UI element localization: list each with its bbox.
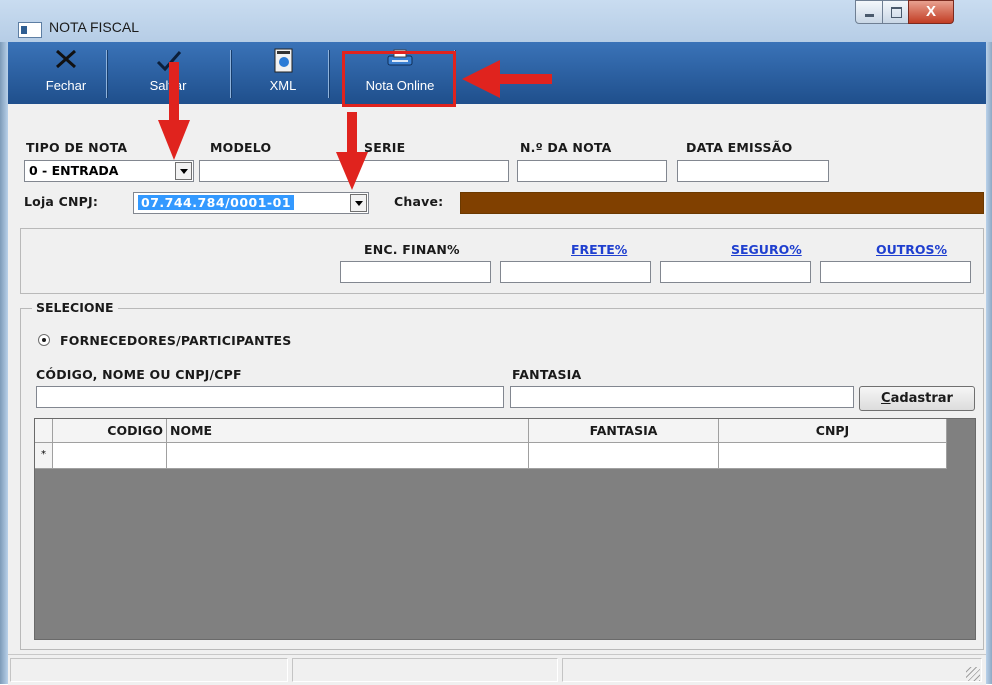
nota-fiscal-window: NOTA FISCAL X Fechar Salvar XML Nota Onl…: [0, 0, 992, 685]
close-button[interactable]: X: [908, 0, 954, 24]
loja-cnpj-label: Loja CNPJ:: [24, 194, 99, 209]
cadastrar-accel: C: [881, 391, 891, 406]
selecione-legend: SELECIONE: [32, 300, 118, 315]
window-border-right: [986, 0, 992, 684]
tipo-nota-combo[interactable]: 0 - ENTRADA: [24, 160, 194, 182]
grid-row-header-corner: [35, 419, 53, 443]
fornecedores-radio-label[interactable]: FORNECEDORES/PARTICIPANTES: [60, 333, 291, 348]
chave-label: Chave:: [394, 194, 444, 209]
toolbar-separator: [328, 50, 330, 98]
enc-finan-label: ENC. FINAN%: [364, 242, 460, 257]
grid-cell-fantasia[interactable]: [529, 443, 719, 469]
seguro-link[interactable]: SEGURO%: [731, 242, 802, 257]
grid-col-codigo[interactable]: CODIGO: [53, 419, 167, 443]
window-border-left: [0, 0, 8, 684]
arrow-left-icon: [462, 60, 552, 98]
app-icon: [18, 22, 42, 38]
grid-col-fantasia[interactable]: FANTASIA: [529, 419, 719, 443]
seguro-input[interactable]: [660, 261, 811, 283]
toolbar-separator: [106, 50, 108, 98]
arrow-down-icon: [158, 62, 190, 160]
status-panel: [562, 658, 982, 682]
loja-cnpj-combo[interactable]: 07.744.784/0001-01: [133, 192, 369, 214]
modelo-label: MODELO: [210, 140, 272, 155]
data-emissao-label: DATA EMISSÃO: [686, 140, 793, 155]
frete-input[interactable]: [500, 261, 651, 283]
new-row-marker: *: [35, 443, 53, 469]
arrow-down-icon: [336, 112, 368, 190]
codigo-label: CÓDIGO, NOME OU CNPJ/CPF: [36, 367, 242, 382]
resize-grip[interactable]: [966, 667, 980, 681]
dropdown-arrow-icon[interactable]: [350, 194, 367, 212]
codigo-search-input[interactable]: [36, 386, 504, 408]
outros-input[interactable]: [820, 261, 971, 283]
fechar-label: Fechar: [45, 78, 87, 93]
fechar-button[interactable]: Fechar: [38, 42, 94, 104]
tipo-nota-value: 0 - ENTRADA: [29, 163, 119, 178]
cadastrar-button[interactable]: Cadastrar: [859, 386, 975, 411]
grid-cell-codigo[interactable]: [53, 443, 167, 469]
outros-link[interactable]: OUTROS%: [876, 242, 947, 257]
toolbar-separator: [230, 50, 232, 98]
numero-nota-label: N.º DA NOTA: [520, 140, 612, 155]
status-bar: [8, 654, 986, 685]
status-panel: [10, 658, 288, 682]
close-x-icon: [54, 48, 78, 76]
status-panel: [292, 658, 558, 682]
data-emissao-input[interactable]: [677, 160, 829, 182]
maximize-button[interactable]: [882, 0, 910, 24]
loja-cnpj-value: 07.744.784/0001-01: [138, 195, 295, 210]
fantasia-label: FANTASIA: [512, 367, 582, 382]
frete-link[interactable]: FRETE%: [571, 242, 627, 257]
fantasia-search-input[interactable]: [510, 386, 854, 408]
xml-label: XML: [269, 78, 297, 93]
dropdown-arrow-icon[interactable]: [175, 162, 192, 180]
fornecedores-grid[interactable]: CODIGO NOME FANTASIA CNPJ *: [34, 418, 976, 640]
grid-col-nome[interactable]: NOME: [167, 419, 529, 443]
title-bar[interactable]: NOTA FISCAL X: [0, 0, 992, 42]
grid-cell-cnpj[interactable]: [719, 443, 947, 469]
xml-button[interactable]: XML: [258, 42, 308, 104]
grid-cell-nome[interactable]: [167, 443, 529, 469]
numero-nota-input[interactable]: [517, 160, 667, 182]
tipo-nota-label: TIPO DE NOTA: [26, 140, 128, 155]
window-title: NOTA FISCAL: [49, 19, 139, 35]
xml-file-icon: [274, 48, 294, 80]
minimize-button[interactable]: [855, 0, 884, 24]
highlight-box: [342, 51, 456, 107]
enc-finan-input[interactable]: [340, 261, 491, 283]
grid-col-cnpj[interactable]: CNPJ: [719, 419, 947, 443]
cadastrar-label: adastrar: [890, 391, 953, 406]
fornecedores-radio[interactable]: [38, 334, 50, 346]
serie-label: SERIE: [364, 140, 406, 155]
chave-field[interactable]: [460, 192, 984, 214]
